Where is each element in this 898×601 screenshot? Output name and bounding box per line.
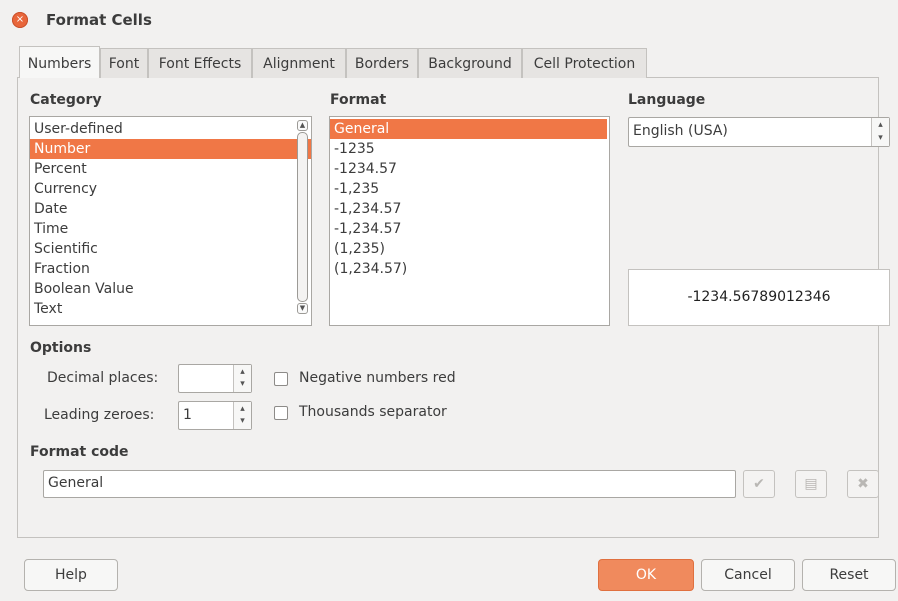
list-item[interactable]: -1235 — [330, 139, 609, 159]
title-bar: × Format Cells — [0, 0, 898, 42]
list-item[interactable]: Currency — [30, 179, 311, 199]
list-item[interactable]: Text — [30, 299, 311, 319]
list-item[interactable]: -1,235 — [330, 179, 609, 199]
list-item[interactable]: -1,234.57 — [330, 219, 609, 239]
options-heading: Options — [30, 340, 92, 356]
scroll-down-icon[interactable]: ▼ — [297, 303, 308, 314]
leading-zeroes-label: Leading zeroes: — [44, 407, 155, 423]
format-code-input[interactable]: General — [43, 470, 736, 498]
format-preview: -1234.56789012346 — [628, 269, 890, 326]
delete-icon[interactable]: ✖ — [847, 470, 879, 498]
list-item[interactable]: Scientific — [30, 239, 311, 259]
list-item[interactable]: Boolean Value — [30, 279, 311, 299]
format-code-value: General — [48, 475, 104, 491]
category-listbox[interactable]: User-defined Number Percent Currency Dat… — [29, 116, 312, 326]
list-item[interactable]: (1,234.57) — [330, 259, 609, 279]
preview-text: -1234.56789012346 — [687, 289, 831, 305]
list-item[interactable]: General — [330, 119, 607, 139]
language-heading: Language — [628, 92, 706, 108]
accept-icon[interactable]: ✔ — [743, 470, 775, 498]
leading-zeroes-stepper[interactable]: 1 ▴ ▾ — [178, 401, 252, 430]
window-title: Format Cells — [46, 11, 152, 29]
reset-button[interactable]: Reset — [802, 559, 896, 591]
list-item[interactable]: -1,234.57 — [330, 199, 609, 219]
tab-alignment[interactable]: Alignment — [252, 48, 346, 78]
tab-font[interactable]: Font — [100, 48, 148, 78]
spin-up-icon: ▴ — [240, 367, 245, 377]
language-select[interactable]: English (USA) ▴ ▾ — [628, 117, 890, 147]
tab-cell-protection[interactable]: Cell Protection — [522, 48, 647, 78]
list-item[interactable]: -1234.57 — [330, 159, 609, 179]
spin-up-icon: ▴ — [240, 404, 245, 414]
list-item[interactable]: Time — [30, 219, 311, 239]
decimal-places-label: Decimal places: — [47, 370, 159, 386]
category-heading: Category — [30, 92, 102, 108]
thousands-separator-label: Thousands separator — [299, 404, 447, 420]
list-item[interactable]: Fraction — [30, 259, 311, 279]
ok-button[interactable]: OK — [598, 559, 694, 591]
close-icon[interactable]: × — [12, 12, 28, 28]
decimal-places-stepper[interactable]: ▴ ▾ — [178, 364, 252, 393]
spin-down-icon: ▾ — [240, 379, 245, 389]
spin-icon[interactable]: ▴ ▾ — [233, 365, 251, 392]
spin-icon[interactable]: ▴ ▾ — [233, 402, 251, 429]
tab-font-effects[interactable]: Font Effects — [148, 48, 252, 78]
cancel-button[interactable]: Cancel — [701, 559, 795, 591]
format-listbox[interactable]: General -1235 -1234.57 -1,235 -1,234.57 … — [329, 116, 610, 326]
scroll-thumb[interactable] — [297, 132, 308, 302]
list-item[interactable]: User-defined — [30, 119, 311, 139]
list-item[interactable]: Date — [30, 199, 311, 219]
tab-numbers[interactable]: Numbers — [19, 46, 100, 78]
tab-borders[interactable]: Borders — [346, 48, 418, 78]
list-item[interactable]: Percent — [30, 159, 311, 179]
negative-red-checkbox[interactable] — [274, 372, 288, 386]
help-button[interactable]: Help — [24, 559, 118, 591]
scroll-up-icon[interactable]: ▲ — [297, 120, 308, 131]
category-scrollbar[interactable]: ▲ ▼ — [297, 120, 308, 322]
list-item[interactable]: Number — [30, 139, 311, 159]
spin-down-icon: ▾ — [240, 416, 245, 426]
spin-up-icon: ▴ — [878, 120, 883, 130]
format-code-heading: Format code — [30, 444, 129, 460]
spin-down-icon: ▾ — [878, 133, 883, 143]
language-value: English (USA) — [633, 123, 728, 139]
leading-zeroes-value: 1 — [183, 407, 192, 423]
format-heading: Format — [330, 92, 387, 108]
tab-background[interactable]: Background — [418, 48, 522, 78]
thousands-separator-checkbox[interactable] — [274, 406, 288, 420]
chevron-updown-icon[interactable]: ▴ ▾ — [871, 118, 889, 146]
negative-red-label: Negative numbers red — [299, 370, 456, 386]
comment-icon[interactable]: ▤ — [795, 470, 827, 498]
list-item[interactable]: (1,235) — [330, 239, 609, 259]
